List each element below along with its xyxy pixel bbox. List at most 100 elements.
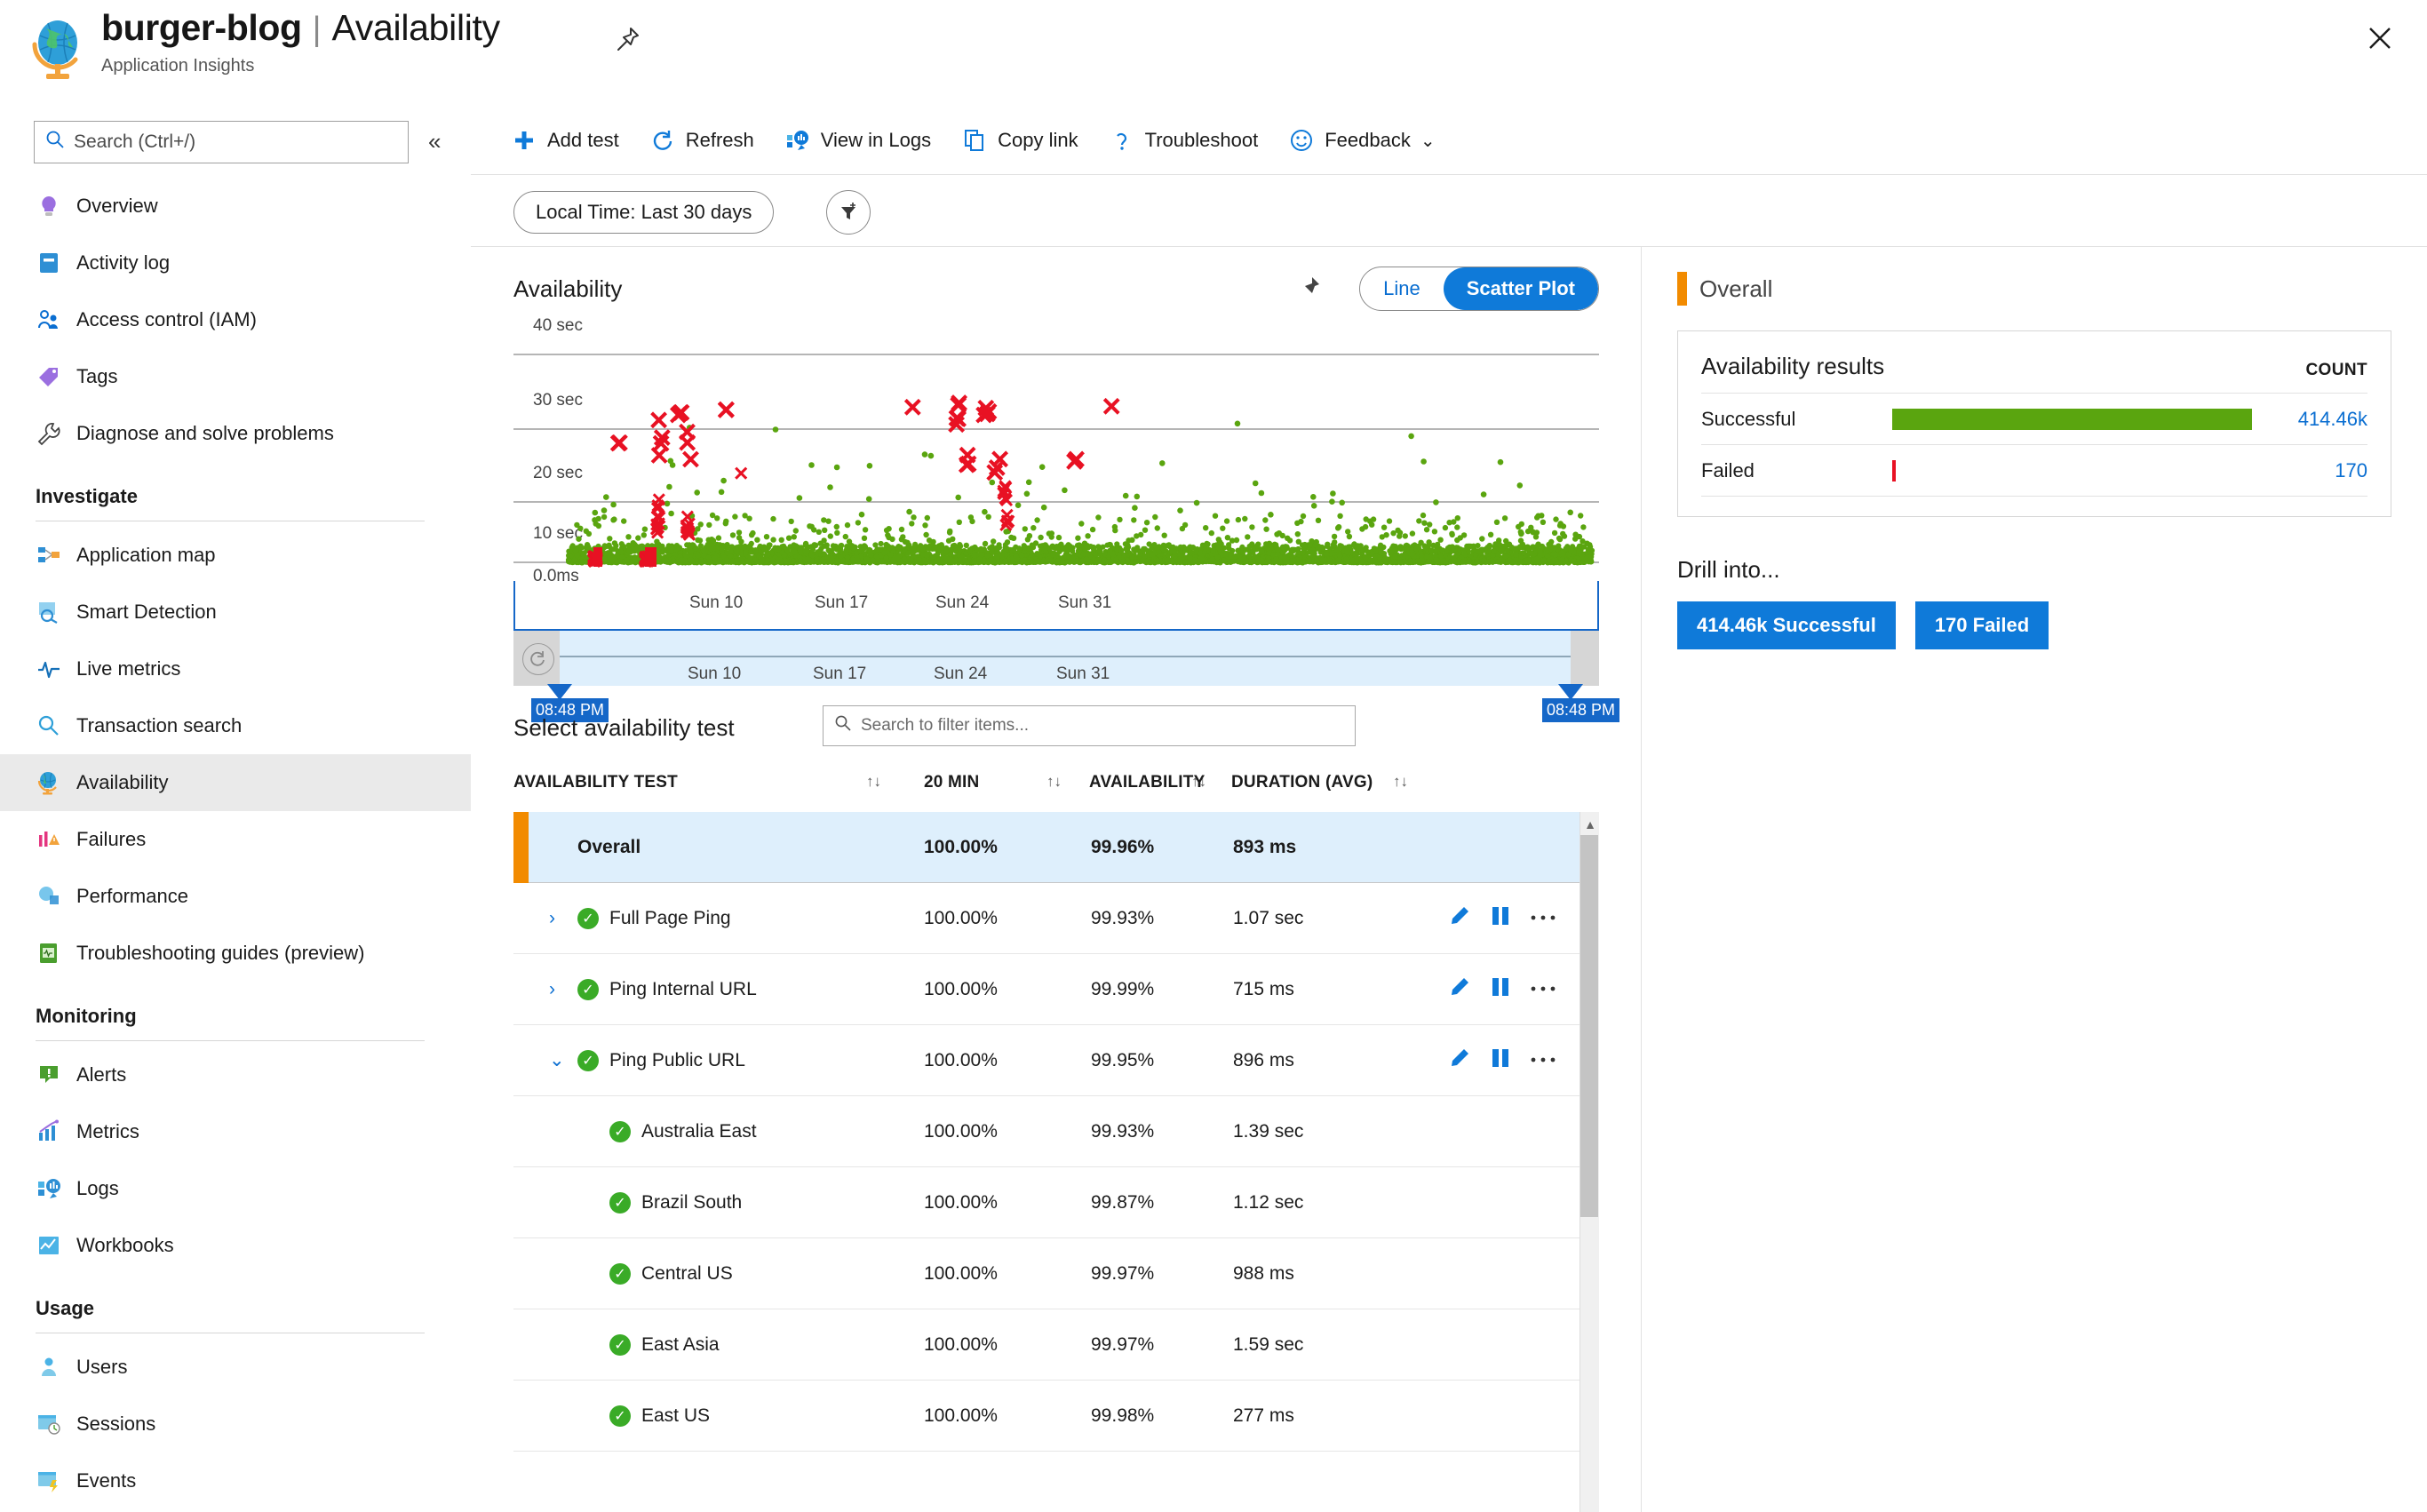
chevron-right-icon[interactable]: › xyxy=(549,908,567,929)
sort-arrows-icon[interactable]: ↑↓ xyxy=(1191,773,1206,791)
pencil-icon[interactable] xyxy=(1448,1046,1471,1074)
resource-name: burger-blog xyxy=(101,7,302,48)
chevron-right-icon[interactable]: › xyxy=(549,979,567,1000)
drill-into-title: Drill into... xyxy=(1677,556,1780,583)
sidebar-item-sessions[interactable]: Sessions xyxy=(0,1396,471,1452)
close-icon[interactable] xyxy=(2361,20,2399,57)
time-range-picker[interactable]: Local Time: Last 30 days xyxy=(513,191,775,234)
sidebar-item-failures[interactable]: Failures xyxy=(0,811,471,868)
pause-icon[interactable] xyxy=(1491,975,1510,1003)
row-20min: 100.00% xyxy=(924,978,998,999)
row-name-cell: ✓ Australia East xyxy=(609,1120,757,1142)
search-icon xyxy=(834,714,852,737)
sidebar-item-events[interactable]: Events xyxy=(0,1452,471,1509)
sort-arrows-icon[interactable]: ↑↓ xyxy=(866,773,881,791)
sidebar-item-troubleshooting-guides[interactable]: Troubleshooting guides (preview) xyxy=(0,925,471,982)
alert-icon xyxy=(36,1062,62,1088)
table-row[interactable]: ✓ Central US 100.00% 99.97% 988 ms xyxy=(513,1238,1599,1309)
table-row[interactable]: ✓ East US 100.00% 99.98% 277 ms xyxy=(513,1381,1599,1452)
toggle-line-view[interactable]: Line xyxy=(1360,267,1444,310)
slider-track xyxy=(560,656,1571,657)
copy-link-button[interactable]: Copy link xyxy=(961,127,1078,154)
search-input[interactable]: Search (Ctrl+/) xyxy=(34,121,409,163)
result-count-link[interactable]: 414.46k xyxy=(2252,408,2367,431)
sort-arrows-icon[interactable]: ↑↓ xyxy=(1046,773,1062,791)
sidebar-item-workbooks[interactable]: Workbooks xyxy=(0,1217,471,1274)
double-chevron-left-icon[interactable]: « xyxy=(428,128,441,155)
sort-arrows-icon[interactable]: ↑↓ xyxy=(1393,773,1408,791)
table-row[interactable]: ✓ Brazil South 100.00% 99.87% 1.12 sec xyxy=(513,1167,1599,1238)
sidebar-item-tags[interactable]: Tags xyxy=(0,348,471,405)
status-success-icon: ✓ xyxy=(609,1191,631,1214)
add-filter-icon[interactable] xyxy=(826,190,871,235)
sidebar-item-metrics[interactable]: Metrics xyxy=(0,1103,471,1160)
feedback-button[interactable]: Feedback ⌄ xyxy=(1288,127,1436,154)
add-test-button[interactable]: Add test xyxy=(511,127,619,154)
column-header-20-min[interactable]: 20 MIN xyxy=(924,773,979,792)
table-scrollbar[interactable]: ▲ xyxy=(1580,812,1599,1512)
chevron-down-icon[interactable]: ⌄ xyxy=(549,1049,567,1071)
drill-failed-button[interactable]: 170 Failed xyxy=(1914,601,2049,649)
scroll-up-arrow-icon[interactable]: ▲ xyxy=(1584,817,1596,832)
more-ellipsis-icon[interactable] xyxy=(1530,911,1556,927)
sidebar-item-overview[interactable]: Overview xyxy=(0,178,471,235)
plus-icon xyxy=(511,127,537,154)
sidebar-item-users[interactable]: Users xyxy=(0,1339,471,1396)
sidebar-item-alerts[interactable]: Alerts xyxy=(0,1046,471,1103)
table-row[interactable]: › ✓ Full Page Ping 100.00% 99.93% 1.07 s… xyxy=(513,883,1599,954)
troubleshoot-button[interactable]: Troubleshoot xyxy=(1109,127,1258,154)
result-count-link[interactable]: 170 xyxy=(2252,459,2367,482)
pin-icon[interactable] xyxy=(609,21,645,57)
more-ellipsis-icon[interactable] xyxy=(1530,982,1556,998)
pin-icon[interactable] xyxy=(1293,272,1324,302)
result-row-successful: Successful 414.46k xyxy=(1701,393,2367,444)
page-header: burger-blog | Availability Application I… xyxy=(0,0,2427,107)
status-success-icon: ✓ xyxy=(609,1262,631,1285)
more-ellipsis-icon[interactable] xyxy=(1530,1053,1556,1069)
sidebar-item-access-control[interactable]: Access control (IAM) xyxy=(0,291,471,348)
sidebar-item-live-metrics[interactable]: Live metrics xyxy=(0,641,471,697)
main-content: Availability Line Scatter Plot 40 sec 30… xyxy=(471,247,1642,1512)
search-placeholder-text: Search to filter items... xyxy=(861,716,1030,735)
sidebar-item-application-map[interactable]: Application map xyxy=(0,527,471,584)
pause-icon[interactable] xyxy=(1491,904,1510,932)
refresh-label: Refresh xyxy=(685,129,754,151)
sidebar-item-diagnose[interactable]: Diagnose and solve problems xyxy=(0,405,471,462)
people-icon xyxy=(36,306,62,333)
search-icon xyxy=(45,130,65,155)
result-label: Failed xyxy=(1701,458,1755,481)
table-row[interactable]: ✓ Australia East 100.00% 99.93% 1.39 sec xyxy=(513,1096,1599,1167)
scrollbar-thumb[interactable] xyxy=(1580,835,1598,1217)
row-actions xyxy=(1448,975,1556,1003)
pencil-icon[interactable] xyxy=(1448,904,1471,932)
sidebar-section-title: Investigate xyxy=(36,485,138,507)
sidebar-item-smart-detection[interactable]: Smart Detection xyxy=(0,584,471,641)
column-header-duration-avg[interactable]: DURATION (AVG) xyxy=(1231,773,1373,792)
table-row[interactable]: ✓ East Asia 100.00% 99.97% 1.59 sec xyxy=(513,1309,1599,1381)
sidebar-item-logs[interactable]: Logs xyxy=(0,1160,471,1217)
refresh-button[interactable]: Refresh xyxy=(649,127,754,154)
availability-results-card: Availability results COUNT Successful 41… xyxy=(1677,330,2391,517)
sidebar-item-activity-log[interactable]: Activity log xyxy=(0,235,471,291)
search-input[interactable]: Search to filter items... xyxy=(823,705,1356,746)
sidebar-item-label: Application map xyxy=(76,544,216,566)
sidebar-item-performance[interactable]: Performance xyxy=(0,868,471,925)
sidebar-item-transaction-search[interactable]: Transaction search xyxy=(0,697,471,754)
column-header-availability[interactable]: AVAILABILITY xyxy=(1089,773,1205,792)
sidebar-item-availability[interactable]: Availability xyxy=(0,754,471,811)
pencil-icon[interactable] xyxy=(1448,975,1471,1003)
time-range-slider[interactable]: Sun 10 Sun 17 Sun 24 Sun 31 08:48 PM 08:… xyxy=(513,631,1620,722)
column-header-availability-test[interactable]: AVAILABILITY TEST xyxy=(513,773,678,792)
page-name: Availability xyxy=(331,7,501,48)
toggle-scatter-plot-view[interactable]: Scatter Plot xyxy=(1443,267,1598,310)
status-success-icon: ✓ xyxy=(609,1405,631,1427)
row-duration: 1.59 sec xyxy=(1233,1333,1304,1355)
pause-icon[interactable] xyxy=(1491,1046,1510,1074)
drill-successful-button[interactable]: 414.46k Successful xyxy=(1677,601,1896,649)
table-row[interactable]: Overall 100.00% 99.96% 893 ms xyxy=(513,812,1599,883)
view-in-logs-button[interactable]: View in Logs xyxy=(784,127,931,154)
table-row[interactable]: ⌄ ✓ Ping Public URL 100.00% 99.95% 896 m… xyxy=(513,1025,1599,1096)
divider xyxy=(1701,496,2367,497)
table-row[interactable]: › ✓ Ping Internal URL 100.00% 99.99% 715… xyxy=(513,954,1599,1025)
reset-icon[interactable] xyxy=(522,643,554,675)
